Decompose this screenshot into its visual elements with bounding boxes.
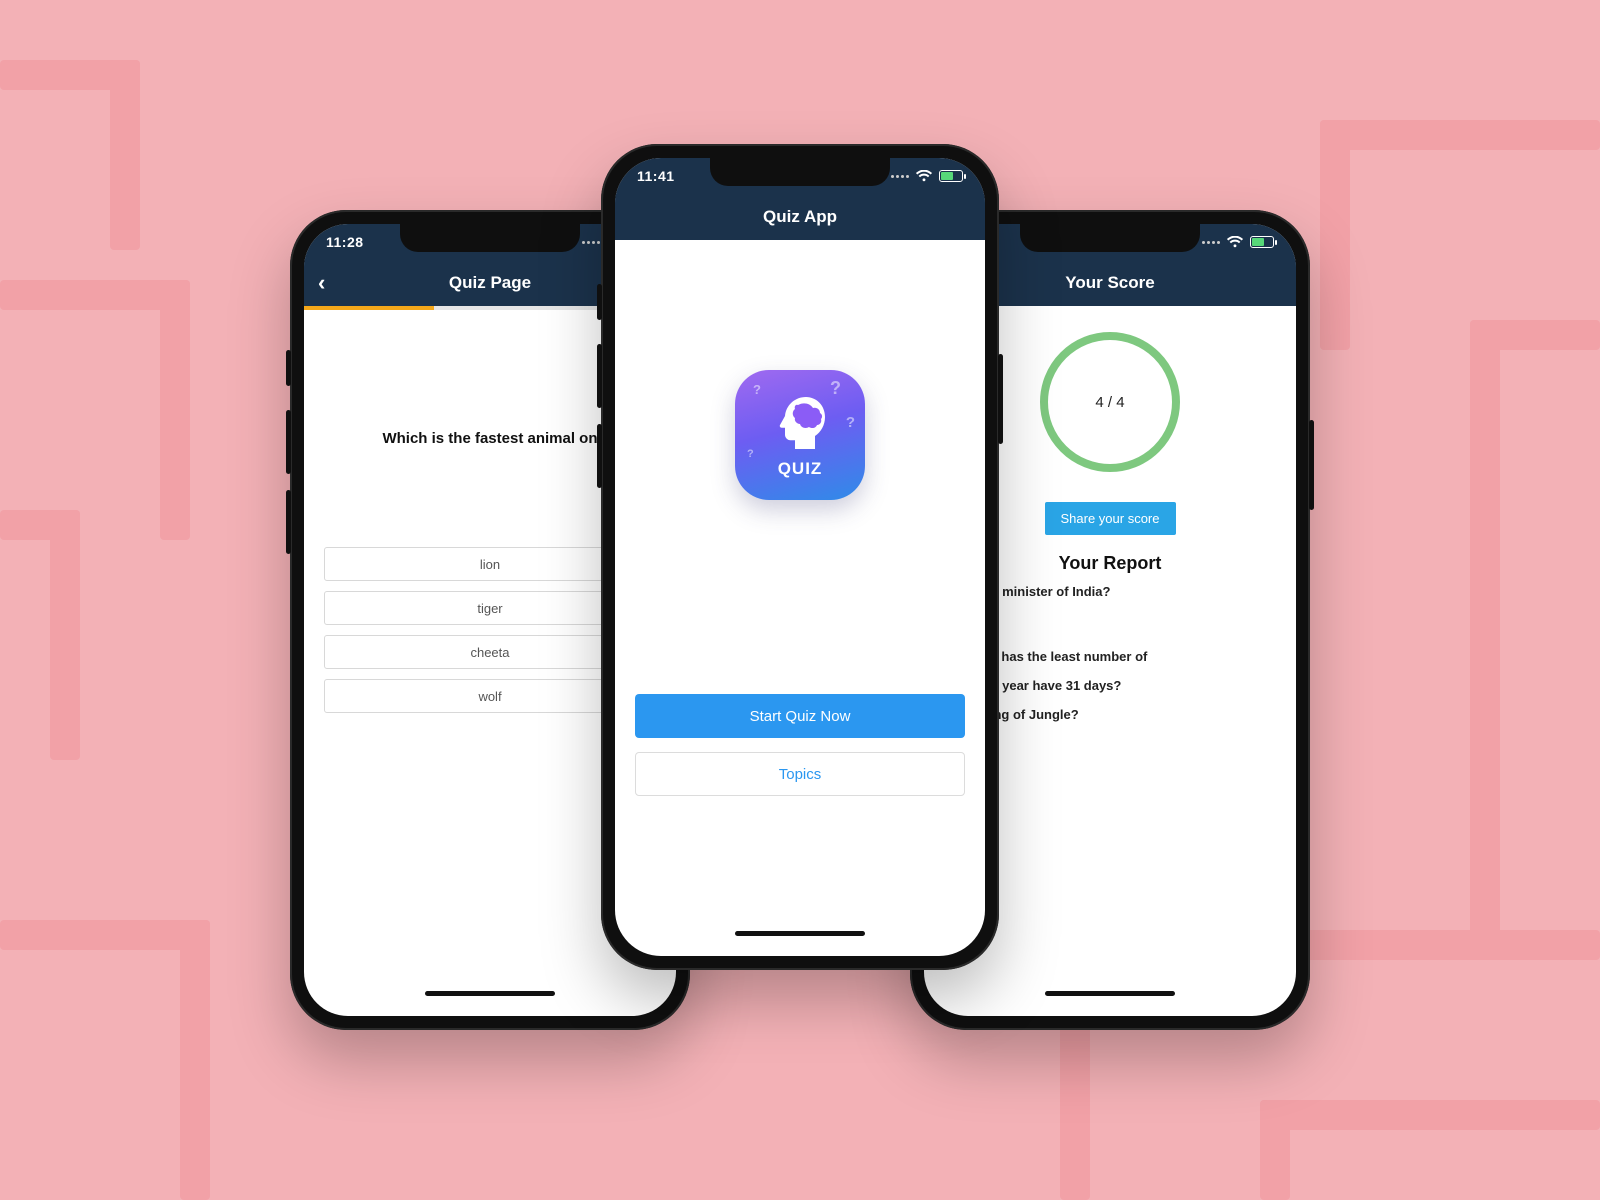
page-title: Quiz App	[763, 207, 837, 227]
share-score-button[interactable]: Share your score	[1045, 502, 1176, 535]
topics-button[interactable]: Topics	[635, 752, 965, 796]
battery-icon	[1250, 236, 1274, 248]
page-title: Your Score	[1065, 273, 1154, 293]
brain-icon	[768, 391, 832, 455]
phone-home-page: 11:41 Quiz App ? ? ? ?	[601, 144, 999, 970]
status-time: 11:28	[326, 234, 364, 250]
home-indicator[interactable]	[1045, 991, 1175, 996]
battery-icon	[939, 170, 963, 182]
score-ring: 4 / 4	[1040, 332, 1180, 472]
start-quiz-button[interactable]: Start Quiz Now	[635, 694, 965, 738]
quiz-app-icon: ? ? ? ? QUIZ	[735, 370, 865, 500]
home-indicator[interactable]	[735, 931, 865, 936]
report-heading: Your Report	[1059, 553, 1162, 574]
quiz-icon-label: QUIZ	[778, 459, 823, 479]
wifi-icon	[1226, 236, 1244, 248]
home-indicator[interactable]	[425, 991, 555, 996]
wifi-icon	[915, 170, 933, 182]
back-icon[interactable]: ‹	[318, 270, 325, 296]
status-time: 11:41	[637, 168, 675, 184]
page-title: Quiz Page	[449, 273, 531, 293]
score-value: 4 / 4	[1095, 394, 1124, 411]
navbar: Quiz App	[615, 194, 985, 240]
